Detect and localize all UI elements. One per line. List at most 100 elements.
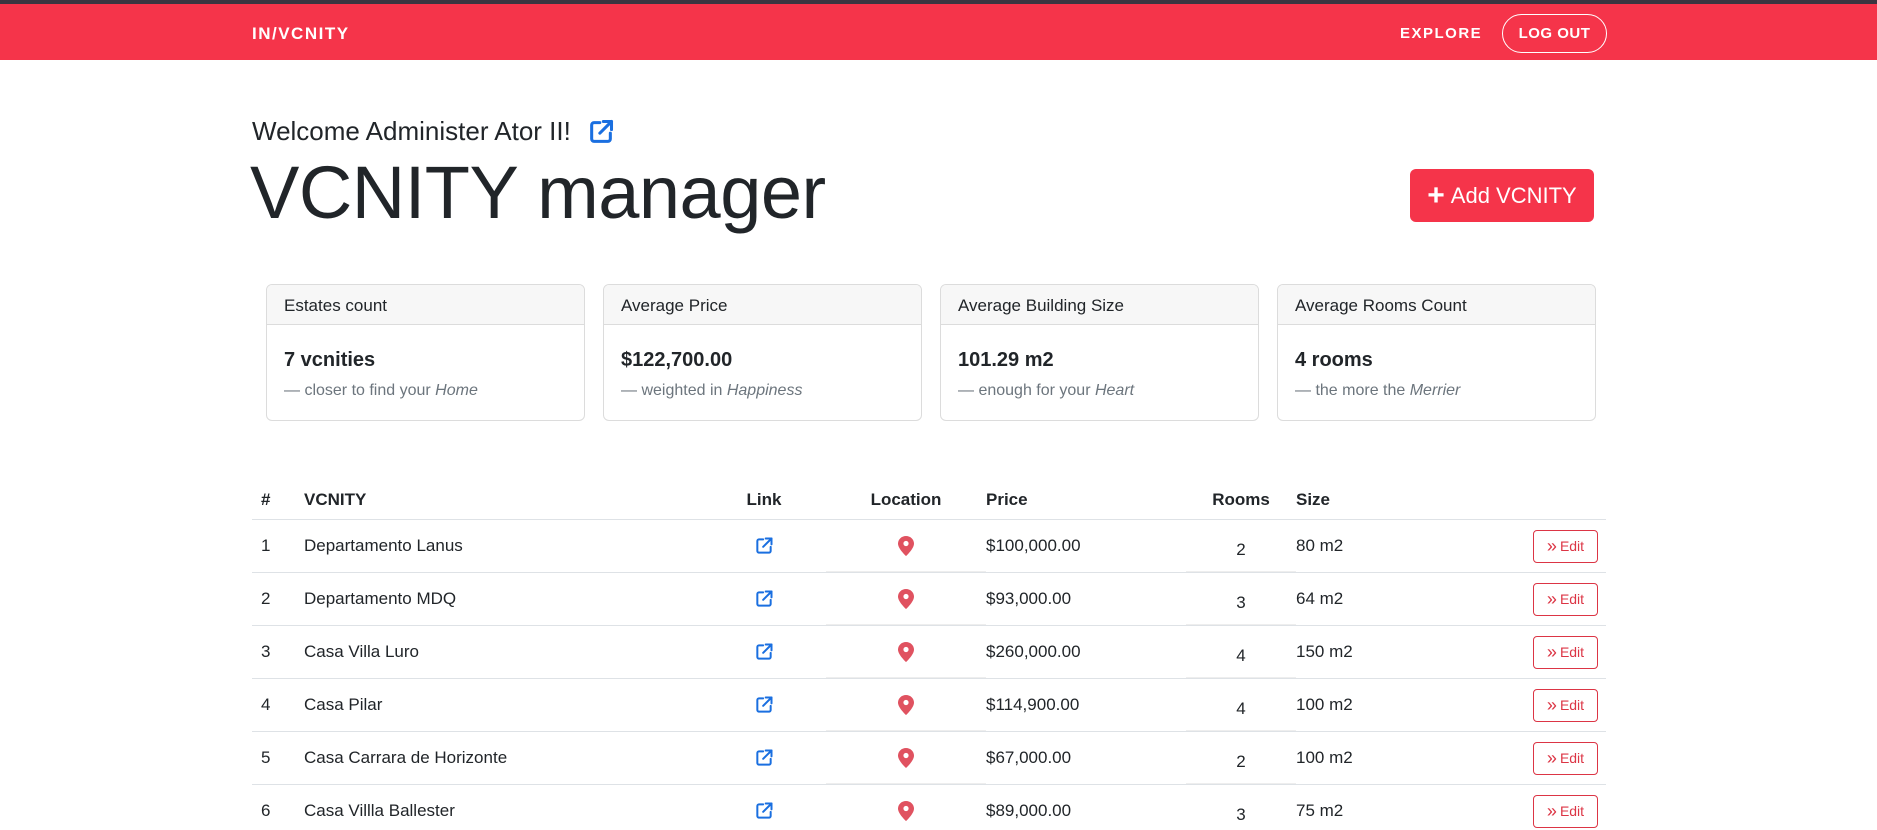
brand-logo[interactable]: IN/VCNITY bbox=[252, 24, 350, 44]
row-actions: » Edit bbox=[1496, 626, 1606, 678]
row-location-cell bbox=[826, 573, 986, 625]
row-name: Casa Carrara de Horizonte bbox=[304, 748, 508, 767]
row-link-cell bbox=[702, 679, 826, 731]
add-vcnity-label: Add VCNITY bbox=[1450, 182, 1577, 208]
row-size: 80 m2 bbox=[1296, 536, 1344, 555]
row-name: Departamento Lanus bbox=[304, 536, 463, 555]
table-row: 4 Casa Pilar $114,900.00 4 100 m2 » Edit bbox=[252, 679, 1606, 732]
stat-card-average-size: Average Building Size 101.29 m2 — enough… bbox=[940, 284, 1259, 421]
stat-card-title: Average Rooms Count bbox=[1278, 285, 1595, 325]
external-link-icon[interactable] bbox=[754, 695, 774, 715]
row-rooms: 2 bbox=[1186, 520, 1296, 572]
row-location-cell bbox=[826, 732, 986, 784]
row-name: Casa Villla Ballester bbox=[304, 801, 455, 820]
stat-card-value: $122,700.00 bbox=[621, 349, 733, 371]
map-pin-icon[interactable] bbox=[898, 641, 914, 662]
stat-card-value: 4 rooms bbox=[1295, 349, 1373, 371]
row-price: $93,000.00 bbox=[986, 589, 1072, 608]
edit-button[interactable]: » Edit bbox=[1533, 741, 1598, 775]
row-num: 5 bbox=[261, 748, 271, 767]
row-size: 75 m2 bbox=[1296, 801, 1344, 820]
row-actions: » Edit bbox=[1496, 520, 1606, 572]
row-num: 4 bbox=[261, 695, 271, 714]
row-location-cell bbox=[826, 679, 986, 731]
row-name: Departamento MDQ bbox=[304, 589, 457, 608]
edit-button[interactable]: » Edit bbox=[1533, 635, 1598, 669]
edit-button[interactable]: » Edit bbox=[1533, 582, 1598, 616]
map-pin-icon[interactable] bbox=[898, 747, 914, 768]
double-chevron-right-icon: » bbox=[1546, 801, 1557, 821]
row-price: $67,000.00 bbox=[986, 748, 1072, 767]
row-name: Casa Villa Luro bbox=[304, 642, 419, 661]
row-rooms: 3 bbox=[1186, 785, 1296, 830]
double-chevron-right-icon: » bbox=[1546, 536, 1557, 556]
row-rooms: 2 bbox=[1186, 732, 1296, 784]
nav-explore-link[interactable]: EXPLORE bbox=[1400, 25, 1482, 42]
edit-label: Edit bbox=[1559, 591, 1585, 607]
external-link-icon[interactable] bbox=[754, 801, 774, 821]
edit-label: Edit bbox=[1559, 697, 1585, 713]
header-link: Link bbox=[746, 490, 782, 509]
table-header: # VCNITY Link Location Price Rooms Size bbox=[252, 480, 1606, 520]
row-actions: » Edit bbox=[1496, 732, 1606, 784]
header-price: Price bbox=[986, 490, 1028, 509]
row-num: 1 bbox=[261, 536, 271, 555]
row-link-cell bbox=[702, 626, 826, 678]
external-link-icon[interactable] bbox=[754, 536, 774, 556]
double-chevron-right-icon: » bbox=[1546, 695, 1557, 715]
external-link-icon[interactable] bbox=[754, 589, 774, 609]
row-price: $100,000.00 bbox=[986, 536, 1081, 555]
row-num: 3 bbox=[261, 642, 271, 661]
header-size: Size bbox=[1296, 490, 1331, 509]
edit-button[interactable]: » Edit bbox=[1533, 529, 1598, 563]
row-price: $89,000.00 bbox=[986, 801, 1072, 820]
row-rooms: 3 bbox=[1186, 573, 1296, 625]
external-link-icon[interactable] bbox=[754, 642, 774, 662]
row-size: 64 m2 bbox=[1296, 589, 1344, 608]
edit-label: Edit bbox=[1559, 803, 1585, 819]
external-link-icon[interactable] bbox=[587, 118, 615, 146]
row-location-cell bbox=[826, 785, 986, 830]
table-row: 5 Casa Carrara de Horizonte $67,000.00 2… bbox=[252, 732, 1606, 785]
row-name: Casa Pilar bbox=[304, 695, 383, 714]
stat-card-subtitle: — the more the Merrier bbox=[1295, 382, 1461, 399]
row-link-cell bbox=[702, 520, 826, 572]
header-name: VCNITY bbox=[304, 490, 367, 509]
map-pin-icon[interactable] bbox=[898, 800, 914, 821]
row-size: 100 m2 bbox=[1296, 695, 1353, 714]
row-num: 6 bbox=[261, 801, 271, 820]
add-vcnity-button[interactable]: + Add VCNITY bbox=[1410, 169, 1594, 222]
double-chevron-right-icon: » bbox=[1546, 642, 1557, 662]
map-pin-icon[interactable] bbox=[898, 588, 914, 609]
map-pin-icon[interactable] bbox=[898, 535, 914, 556]
edit-label: Edit bbox=[1559, 750, 1585, 766]
row-size: 100 m2 bbox=[1296, 748, 1353, 767]
vcnity-table: # VCNITY Link Location Price Rooms Size … bbox=[252, 480, 1606, 830]
double-chevron-right-icon: » bbox=[1546, 589, 1557, 609]
table-row: 3 Casa Villa Luro $260,000.00 4 150 m2 »… bbox=[252, 626, 1606, 679]
top-navbar: IN/VCNITY EXPLORE LOG OUT bbox=[0, 0, 1877, 60]
stat-card-subtitle: — closer to find your Home bbox=[284, 382, 478, 399]
plus-icon: + bbox=[1427, 178, 1445, 212]
edit-button[interactable]: » Edit bbox=[1533, 794, 1598, 828]
header-actions bbox=[1496, 480, 1606, 519]
stat-card-subtitle: — enough for your Heart bbox=[958, 382, 1135, 399]
row-link-cell bbox=[702, 573, 826, 625]
welcome-message: Welcome Administer Ator II! bbox=[252, 116, 615, 147]
stat-card-average-price: Average Price $122,700.00 — weighted in … bbox=[603, 284, 922, 421]
row-num: 2 bbox=[261, 589, 271, 608]
row-rooms: 4 bbox=[1186, 626, 1296, 678]
header-rooms: Rooms bbox=[1212, 490, 1270, 509]
edit-button[interactable]: » Edit bbox=[1533, 688, 1598, 722]
page-title: VCNITY manager bbox=[250, 151, 826, 234]
stat-card-title: Average Building Size bbox=[941, 285, 1258, 325]
table-row: 2 Departamento MDQ $93,000.00 3 64 m2 » … bbox=[252, 573, 1606, 626]
external-link-icon[interactable] bbox=[754, 748, 774, 768]
map-pin-icon[interactable] bbox=[898, 694, 914, 715]
welcome-text: Welcome Administer Ator II! bbox=[252, 116, 571, 146]
row-price: $114,900.00 bbox=[986, 695, 1080, 714]
row-actions: » Edit bbox=[1496, 573, 1606, 625]
logout-button[interactable]: LOG OUT bbox=[1502, 14, 1607, 53]
row-size: 150 m2 bbox=[1296, 642, 1353, 661]
stat-card-title: Average Price bbox=[604, 285, 921, 325]
